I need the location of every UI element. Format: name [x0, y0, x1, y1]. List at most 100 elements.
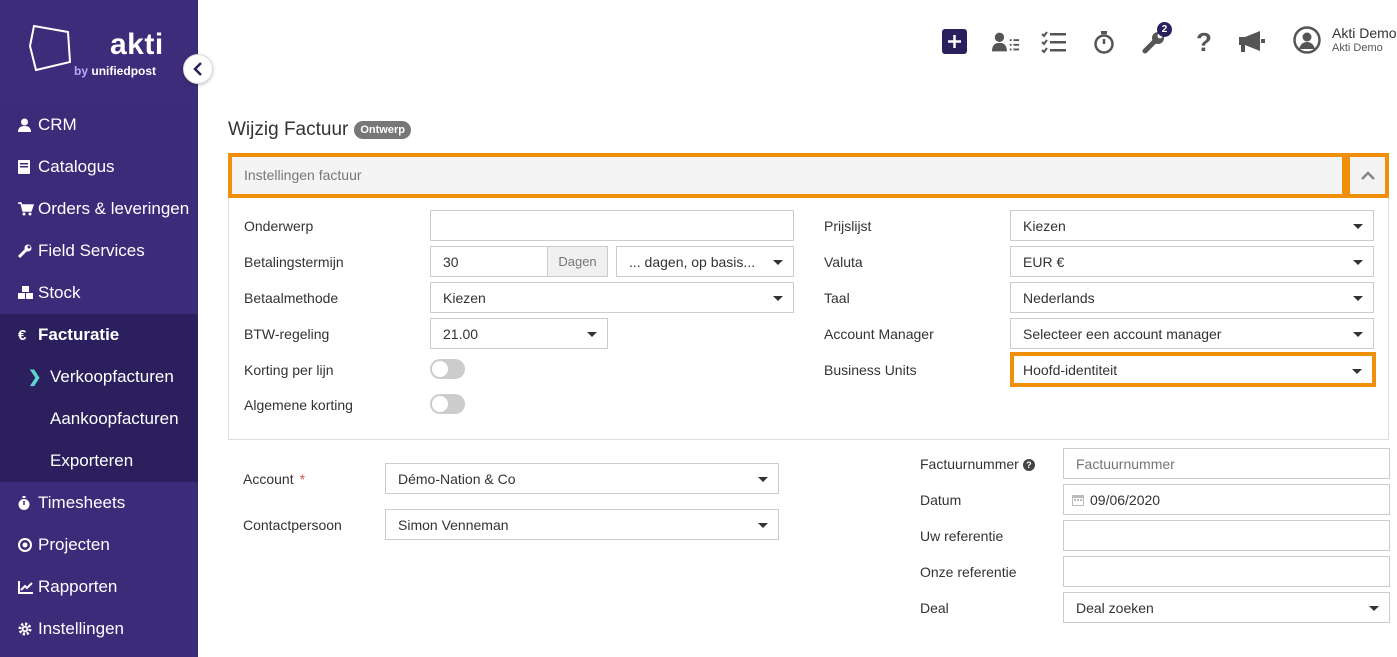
toggle-knob	[432, 361, 448, 377]
betaalmethode-label: Betaalmethode	[244, 290, 339, 306]
tools-button[interactable]: 2	[1140, 22, 1172, 56]
user-list-icon	[992, 32, 1020, 52]
megaphone-icon	[1239, 31, 1265, 52]
prijslijst-select[interactable]: Kiezen	[1010, 210, 1374, 241]
chevron-up-icon	[1360, 171, 1375, 180]
btw-label: BTW-regeling	[244, 326, 330, 342]
tasks-button[interactable]	[1040, 28, 1068, 56]
sidebar-item-catalogus[interactable]: Catalogus	[0, 146, 198, 188]
user-icon	[18, 118, 38, 132]
factuurnummer-input[interactable]	[1063, 448, 1390, 479]
euro-icon: €	[18, 326, 27, 344]
notification-badge: 2	[1157, 22, 1172, 37]
logo: akti by unifiedpost	[0, 0, 198, 104]
sidebar-item-crm[interactable]: CRM	[0, 104, 198, 146]
account-select[interactable]: Démo-Nation & Co	[385, 463, 779, 494]
algemene-korting-toggle[interactable]	[430, 394, 465, 414]
user-name[interactable]: Akti Demo	[1332, 25, 1397, 41]
sidebar-item-facturatie[interactable]: € Facturatie	[0, 314, 198, 356]
plus-icon	[948, 35, 961, 48]
section-header[interactable]: Instellingen factuur	[228, 153, 1346, 198]
taal-label: Taal	[824, 290, 850, 306]
gear-icon	[18, 622, 38, 636]
korting-per-lijn-toggle[interactable]	[430, 359, 465, 379]
sidebar-item-timesheets[interactable]: Timesheets	[0, 482, 198, 524]
announcements-button[interactable]	[1238, 28, 1266, 56]
account-manager-label: Account Manager	[824, 326, 934, 342]
betalingstermijn-input[interactable]: 30	[430, 246, 548, 277]
chevron-left-icon	[193, 62, 202, 76]
stopwatch-icon	[18, 496, 38, 510]
business-units-label: Business Units	[824, 362, 917, 378]
valuta-label: Valuta	[824, 254, 863, 270]
onze-referentie-input[interactable]	[1063, 556, 1390, 587]
betalingstermijn-basis-select[interactable]: ... dagen, op basis...	[616, 246, 794, 277]
cart-icon	[18, 202, 38, 216]
sidebar-subitem-exporteren[interactable]: Exporteren	[0, 440, 198, 482]
btw-select[interactable]: 21.00	[430, 318, 608, 349]
sidebar-subitem-aankoopfacturen[interactable]: Aankoopfacturen	[0, 398, 198, 440]
prijslijst-label: Prijslijst	[824, 218, 872, 234]
brand-sub: by unifiedpost	[74, 64, 157, 78]
account-label: Account *	[243, 471, 306, 487]
deal-select[interactable]: Deal zoeken	[1063, 592, 1390, 623]
sidebar-item-stock[interactable]: Stock	[0, 272, 198, 314]
cubes-icon	[18, 286, 38, 300]
betalingstermijn-label: Betalingstermijn	[244, 254, 344, 270]
section-title: Instellingen factuur	[244, 167, 362, 183]
book-icon	[18, 160, 38, 174]
sidebar-subitem-verkoopfacturen[interactable]: ❯ Verkoopfacturen	[0, 356, 198, 398]
factuurnummer-label: Factuurnummer?	[920, 456, 1035, 472]
datum-input[interactable]: 09/06/2020	[1063, 484, 1390, 515]
target-icon	[18, 538, 38, 552]
korting-per-lijn-label: Korting per lijn	[244, 362, 334, 378]
brand-name: akti	[110, 28, 164, 61]
stopwatch-icon	[1094, 31, 1114, 54]
facturatie-submenu: ❯ Verkoopfacturen Aankoopfacturen Export…	[0, 356, 198, 482]
status-badge: Ontwerp	[354, 121, 411, 139]
betaalmethode-select[interactable]: Kiezen	[430, 282, 794, 313]
sidebar-nav: CRM Catalogus Orders & leveringen Field …	[0, 104, 198, 650]
onze-referentie-label: Onze referentie	[920, 564, 1017, 580]
chart-icon	[18, 580, 38, 594]
question-icon: ?	[1196, 26, 1212, 57]
timer-button[interactable]	[1090, 28, 1118, 56]
deal-label: Deal	[920, 600, 949, 616]
contacts-list-button[interactable]	[992, 28, 1020, 56]
taal-select[interactable]: Nederlands	[1010, 282, 1374, 313]
valuta-select[interactable]: EUR €	[1010, 246, 1374, 277]
sidebar: akti by unifiedpost CRM Catalogus Orders…	[0, 0, 213, 657]
user-avatar[interactable]	[1292, 25, 1322, 55]
algemene-korting-label: Algemene korting	[244, 397, 353, 413]
uw-referentie-input[interactable]	[1063, 520, 1390, 551]
collapse-sidebar-button[interactable]	[183, 54, 213, 84]
page-title: Wijzig Factuur Ontwerp	[228, 119, 411, 141]
checklist-icon	[1041, 31, 1066, 53]
chevron-right-icon: ❯	[28, 369, 42, 386]
required-marker: *	[299, 471, 306, 487]
wrench-icon	[18, 244, 38, 258]
sidebar-item-projecten[interactable]: Projecten	[0, 524, 198, 566]
add-button[interactable]	[942, 29, 967, 54]
datum-label: Datum	[920, 492, 962, 508]
contactpersoon-label: Contactpersoon	[243, 517, 342, 533]
toggle-knob	[432, 396, 448, 412]
contactpersoon-select[interactable]: Simon Venneman	[385, 509, 779, 540]
sidebar-item-rapporten[interactable]: Rapporten	[0, 566, 198, 608]
sidebar-item-field-services[interactable]: Field Services	[0, 230, 198, 272]
business-units-select[interactable]: Hoofd-identiteit	[1010, 352, 1376, 387]
betalingstermijn-unit: Dagen	[547, 246, 608, 277]
help-circle-icon[interactable]: ?	[1022, 459, 1035, 472]
sidebar-item-instellingen[interactable]: Instellingen	[0, 608, 198, 650]
collapse-section-button[interactable]	[1346, 153, 1389, 198]
onderwerp-input[interactable]	[430, 210, 794, 241]
user-circle-icon	[1293, 26, 1321, 54]
uw-referentie-label: Uw referentie	[920, 528, 1004, 544]
help-button[interactable]: ?	[1190, 26, 1218, 57]
user-organization: Akti Demo	[1332, 42, 1383, 54]
logo-shape-icon	[28, 24, 72, 72]
account-manager-select[interactable]: Selecteer een account manager	[1010, 318, 1374, 349]
sidebar-item-orders[interactable]: Orders & leveringen	[0, 188, 198, 230]
onderwerp-label: Onderwerp	[244, 218, 314, 234]
calendar-icon	[1072, 494, 1084, 506]
